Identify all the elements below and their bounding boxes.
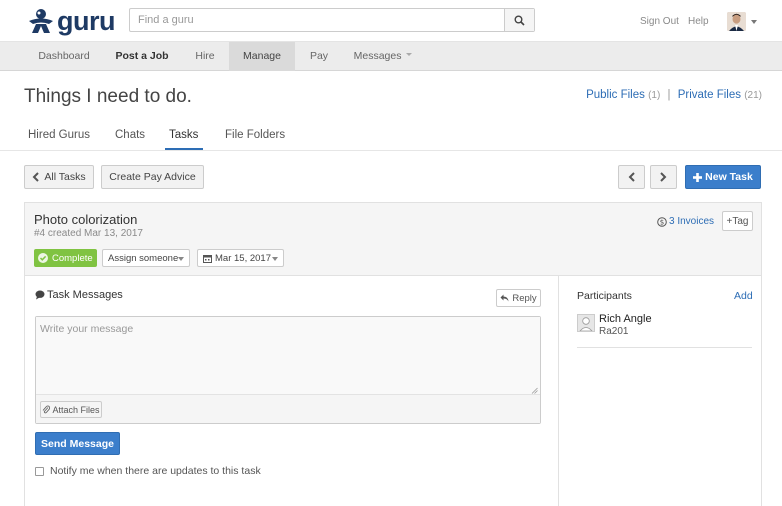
- next-task-button[interactable]: [650, 165, 677, 189]
- task-title: Photo colorization: [34, 212, 138, 227]
- invoices-label: 3 Invoices: [669, 216, 715, 227]
- user-menu-caret-icon[interactable]: [751, 20, 757, 24]
- nav-post-a-job-label: Post a Job: [115, 50, 169, 62]
- svg-text:$: $: [660, 218, 664, 226]
- participant-username: Ra201: [599, 326, 629, 337]
- task-header: Photo colorization #4 created Mar 13, 20…: [25, 203, 761, 276]
- plus-icon: [693, 172, 703, 182]
- nav-manage[interactable]: Manage: [229, 42, 295, 71]
- tab-hired-gurus[interactable]: Hired Gurus: [28, 129, 90, 141]
- attach-files-label: Attach Files: [52, 404, 100, 415]
- calendar-icon: [203, 254, 212, 263]
- composer-footer: Attach Files: [36, 395, 540, 423]
- create-pay-advice-button[interactable]: Create Pay Advice: [101, 165, 204, 189]
- dollar-circle-icon: $: [657, 216, 667, 227]
- user-avatar-icon: [727, 12, 746, 31]
- active-tab-indicator: [165, 148, 203, 150]
- private-files-link[interactable]: Private Files: [678, 89, 741, 101]
- public-files-link[interactable]: Public Files: [586, 89, 645, 101]
- task-messages-heading: Task Messages: [35, 289, 123, 301]
- nav-post-a-job[interactable]: Post a Job: [106, 42, 178, 71]
- public-files-count: (1): [648, 90, 661, 101]
- task-card: Photo colorization #4 created Mar 13, 20…: [24, 202, 762, 506]
- default-user-icon: [579, 317, 593, 332]
- private-files-count: (21): [744, 90, 762, 101]
- task-meta: #4 created Mar 13, 2017: [34, 228, 143, 239]
- message-composer: Attach Files: [35, 316, 541, 424]
- user-avatar[interactable]: [727, 12, 746, 31]
- tab-chats[interactable]: Chats: [115, 129, 145, 141]
- logo-text: guru: [57, 5, 116, 36]
- sign-out-link[interactable]: Sign Out: [640, 16, 679, 27]
- reply-label: Reply: [512, 292, 537, 304]
- status-complete-button[interactable]: Complete: [34, 249, 97, 267]
- nav-pay[interactable]: Pay: [297, 42, 341, 71]
- nav-dashboard-label: Dashboard: [38, 50, 90, 62]
- column-divider: [558, 276, 559, 506]
- messages-dropdown-icon: [406, 53, 413, 57]
- reply-icon: [500, 294, 509, 302]
- new-task-label: New Task: [705, 171, 753, 183]
- nav-hire[interactable]: Hire: [182, 42, 228, 71]
- search-icon: [514, 15, 525, 26]
- assign-label: Assign someone: [108, 252, 179, 264]
- nav-manage-label: Manage: [243, 50, 281, 62]
- due-date-label: Mar 15, 2017: [215, 252, 271, 264]
- files-links: Public Files (1) | Private Files (21): [586, 89, 762, 101]
- speech-bubble-icon: [35, 290, 45, 300]
- due-date-dropdown[interactable]: Mar 15, 2017: [197, 249, 284, 267]
- send-message-button[interactable]: Send Message: [35, 432, 120, 455]
- participants-heading: Participants: [577, 290, 632, 302]
- create-pay-advice-label: Create Pay Advice: [109, 171, 196, 183]
- tab-file-folders[interactable]: File Folders: [225, 129, 285, 141]
- resize-handle-icon[interactable]: [531, 387, 538, 394]
- search-button[interactable]: [504, 9, 534, 31]
- attach-files-button[interactable]: Attach Files: [40, 401, 102, 418]
- main-nav: Dashboard Post a Job Hire Manage Pay Mes…: [0, 42, 782, 71]
- participant-item[interactable]: Rich Angle Ra201: [577, 311, 752, 348]
- message-input[interactable]: [36, 317, 540, 395]
- participant-name: Rich Angle: [599, 313, 652, 325]
- new-task-button[interactable]: New Task: [685, 165, 761, 189]
- search-bar: [129, 8, 535, 32]
- nav-messages-label: Messages: [353, 50, 402, 62]
- nav-messages[interactable]: Messages: [346, 42, 420, 71]
- add-participant-link[interactable]: Add: [734, 290, 753, 302]
- check-circle-icon: [38, 253, 48, 263]
- notify-label: Notify me when there are updates to this…: [50, 465, 261, 477]
- all-tasks-button[interactable]: All Tasks: [24, 165, 94, 189]
- chevron-left-icon: [32, 172, 40, 182]
- help-link[interactable]: Help: [688, 16, 709, 27]
- chevron-right-icon: [660, 172, 667, 182]
- task-messages-title: Task Messages: [47, 289, 123, 301]
- previous-task-button[interactable]: [618, 165, 645, 189]
- nav-hire-label: Hire: [195, 50, 215, 62]
- nav-dashboard[interactable]: Dashboard: [26, 42, 102, 71]
- chevron-down-icon: [178, 257, 184, 261]
- reply-button[interactable]: Reply: [496, 289, 541, 307]
- files-separator: |: [667, 89, 671, 101]
- notify-option: Notify me when there are updates to this…: [35, 465, 261, 477]
- top-header: guru Sign Out Help: [0, 0, 782, 42]
- nav-pay-label: Pay: [309, 50, 329, 62]
- invoices-link[interactable]: $ 3 Invoices: [657, 216, 714, 227]
- chevron-down-icon: [272, 257, 278, 261]
- search-input[interactable]: [130, 9, 504, 31]
- participant-avatar: [577, 314, 595, 332]
- sub-tabs: Hired Gurus Chats Tasks File Folders: [0, 121, 782, 151]
- tab-tasks[interactable]: Tasks: [169, 129, 198, 141]
- assign-someone-dropdown[interactable]: Assign someone: [102, 249, 190, 267]
- paperclip-icon: [43, 405, 51, 414]
- guru-logo-icon: [29, 9, 53, 33]
- page-title: Things I need to do.: [24, 86, 192, 107]
- status-label: Complete: [52, 252, 93, 264]
- guru-logo[interactable]: guru: [27, 6, 123, 36]
- add-tag-button[interactable]: +Tag: [722, 211, 753, 231]
- all-tasks-label: All Tasks: [44, 171, 86, 183]
- notify-checkbox[interactable]: [35, 466, 44, 476]
- chevron-left-icon: [628, 172, 635, 182]
